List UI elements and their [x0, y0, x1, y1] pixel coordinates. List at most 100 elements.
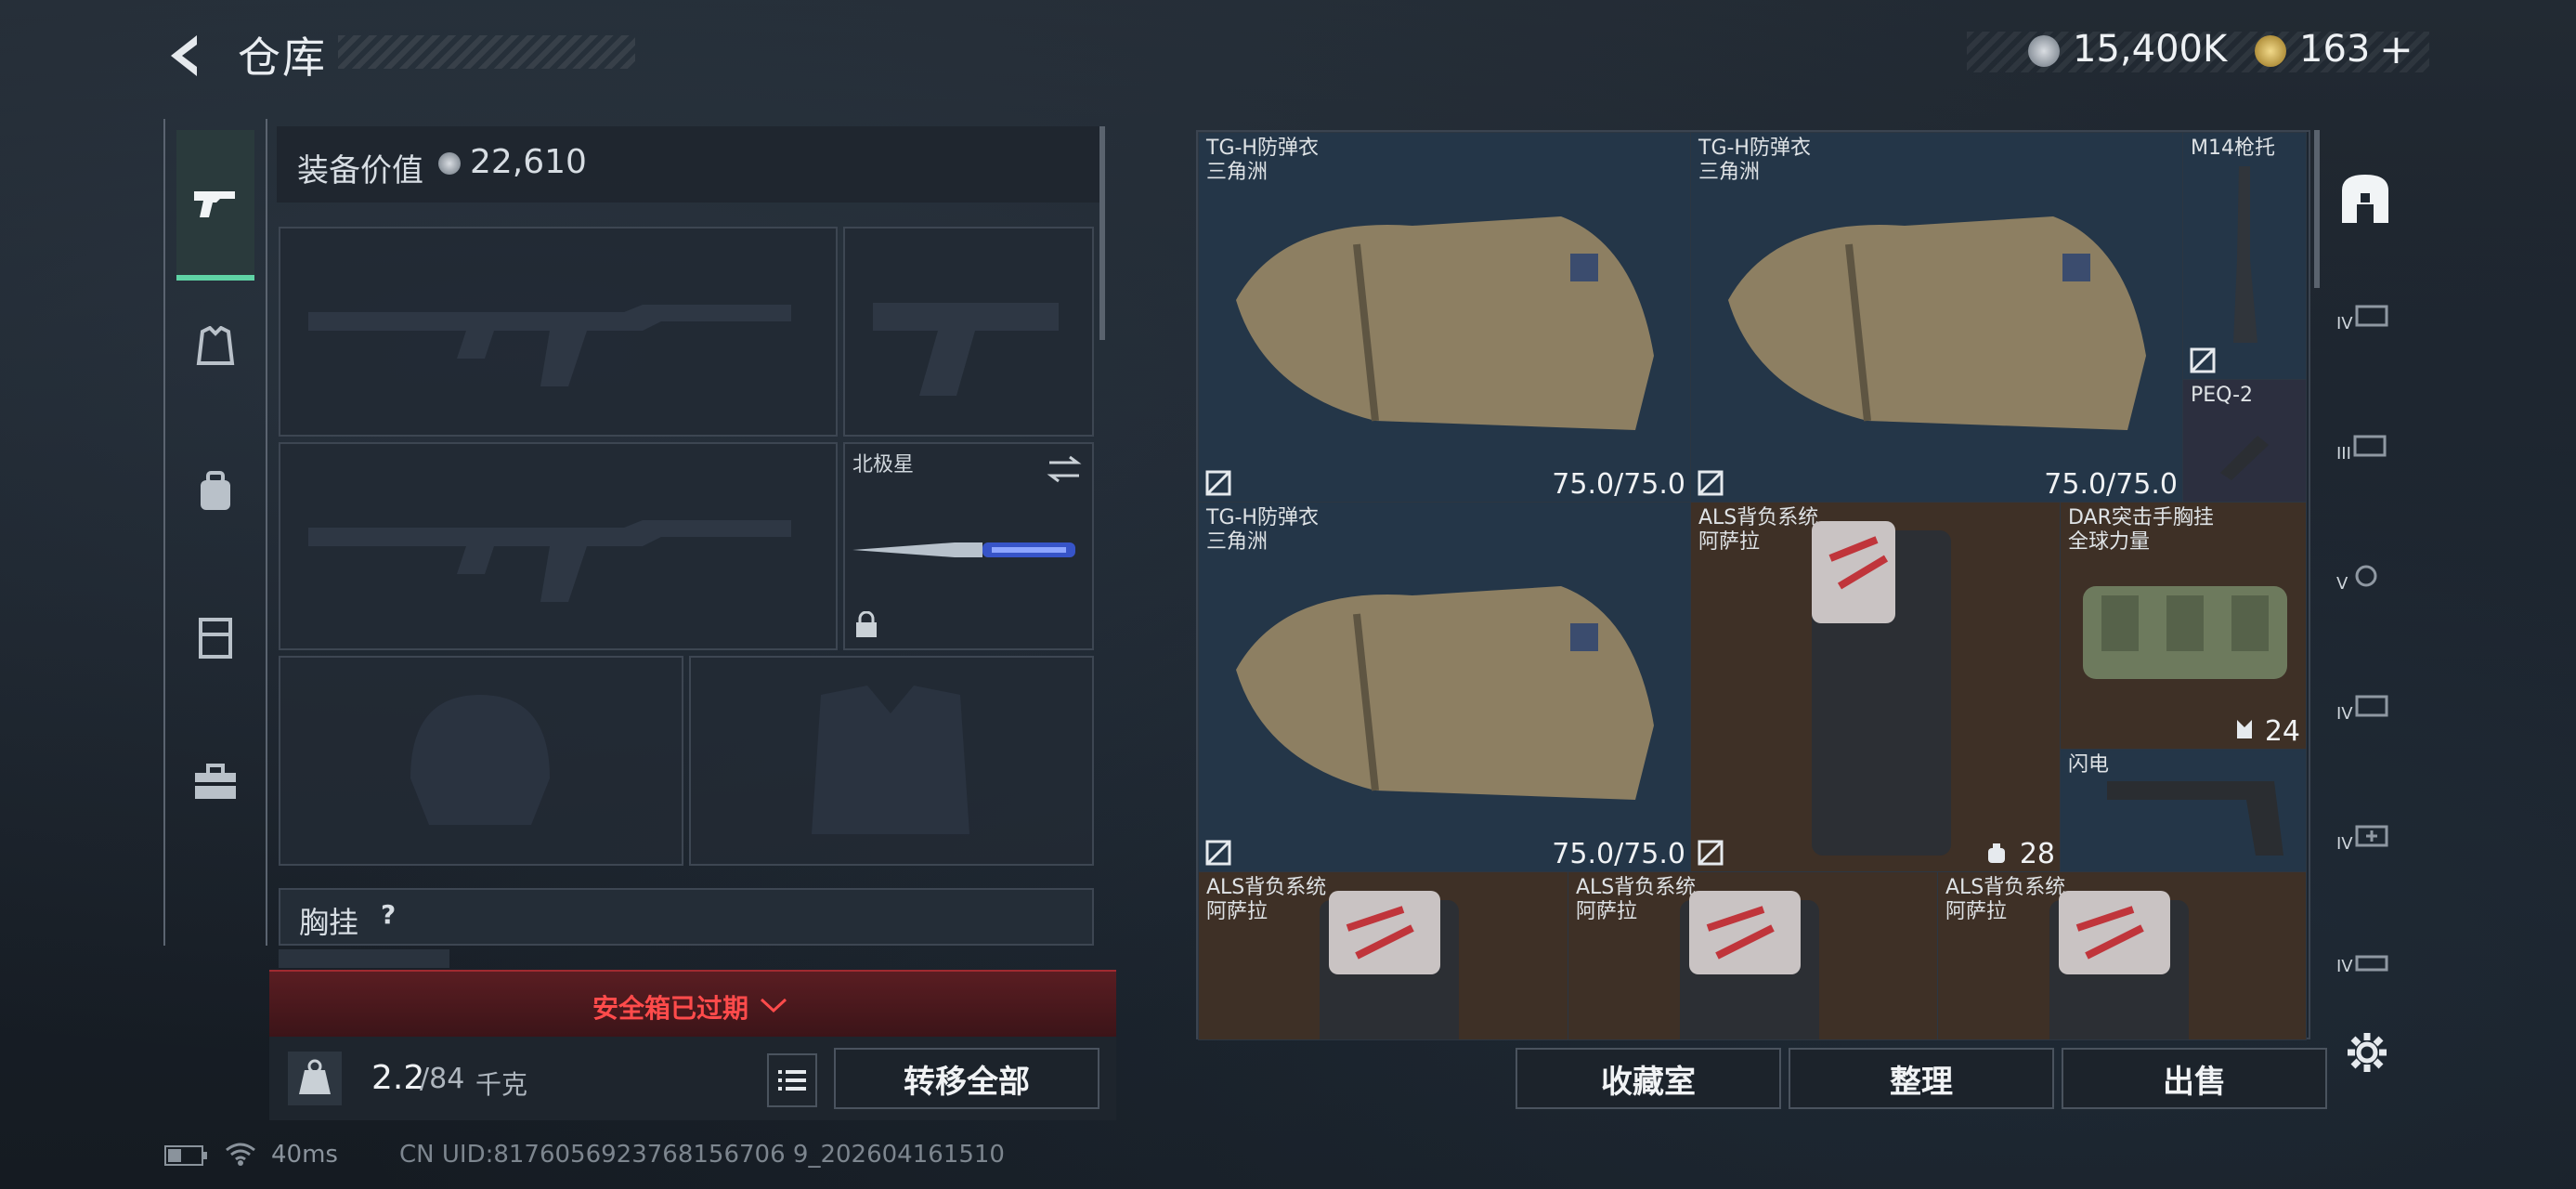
- grid-item-als-backpack-4[interactable]: ALS背负系统 阿萨拉: [1937, 871, 2307, 1040]
- equipment-value-label: 装备价值: [297, 152, 423, 189]
- durability: 75.0/75.0: [1552, 838, 1685, 870]
- body-armor-image: [1728, 216, 2146, 430]
- loadout-scrollbar[interactable]: [1099, 126, 1105, 340]
- capacity: 24: [2264, 715, 2300, 748]
- rail-tab-6[interactable]: IV: [2336, 953, 2398, 990]
- no-trade-icon: [1205, 470, 1231, 496]
- helmet-slot[interactable]: [279, 656, 683, 866]
- weight-unit: 千克: [475, 1069, 528, 1100]
- grid-item-vest-1[interactable]: TG-H防弹衣 三角洲 75.0/75.0: [1198, 132, 1692, 503]
- chest-rig-icon: [199, 618, 232, 659]
- help-icon[interactable]: ?: [381, 899, 396, 930]
- item-name: 闪电: [2068, 753, 2110, 777]
- medkit-icon: [2355, 825, 2388, 847]
- rig-slot-partial: [279, 949, 449, 968]
- equipment-value: 22,610: [470, 143, 587, 181]
- pistol-slot[interactable]: [843, 227, 1094, 437]
- body-armor-image: [1236, 216, 1654, 430]
- slots-icon: [2237, 720, 2252, 738]
- grid-item-m14-stock[interactable]: M14枪托: [2182, 132, 2307, 381]
- grid-item-vest-3[interactable]: TG-H防弹衣 三角洲 75.0/75.0: [1198, 502, 1692, 873]
- value-coin-icon: [438, 152, 461, 175]
- folder-icon: [2353, 435, 2387, 457]
- backpack-image: [1812, 521, 1951, 856]
- uid-text: CN UID:8176056923768156706 9_20260416151…: [399, 1141, 1005, 1169]
- weight-bar: 2.2 /84 千克 转移全部: [269, 1037, 1116, 1120]
- chest-rig-image: [2083, 586, 2287, 679]
- folder-icon: [2355, 695, 2388, 717]
- list-icon: [778, 1070, 806, 1091]
- weight-max: /84: [420, 1063, 465, 1095]
- grid-item-flash-stock[interactable]: 闪电: [2060, 749, 2307, 873]
- grid-scrollbar[interactable]: [2314, 130, 2320, 288]
- no-trade-icon: [1698, 840, 1724, 866]
- title-decor: [338, 35, 635, 69]
- rail-tab-2[interactable]: III: [2336, 433, 2398, 485]
- swap-icon[interactable]: [1046, 453, 1083, 485]
- currency-silver: 15,400K: [2073, 28, 2228, 71]
- rail-tab-3[interactable]: V: [2336, 563, 2398, 615]
- rail-tab-1[interactable]: IV: [2336, 303, 2398, 355]
- item-name: TG-H防弹衣 三角洲: [1698, 137, 1811, 184]
- rifle-silhouette-icon: [308, 305, 791, 386]
- stock-image: [2107, 781, 2283, 856]
- settings-gear-icon[interactable]: [2344, 1029, 2390, 1076]
- item-name: ALS背负系统 阿萨拉: [1206, 876, 1327, 923]
- item-name: TG-H防弹衣 三角洲: [1206, 506, 1319, 554]
- rail-tab-5[interactable]: IV: [2336, 823, 2398, 875]
- armor-tier-icon: [2355, 305, 2388, 327]
- stash-rail: IV III V IV IV IV: [2322, 130, 2409, 1036]
- item-name: ALS背负系统 阿萨拉: [1698, 506, 1819, 554]
- toolbox-icon: [195, 764, 236, 799]
- pistol-icon: [194, 191, 235, 217]
- secondary-weapon-slot[interactable]: [279, 442, 838, 650]
- organize-button[interactable]: 整理: [1789, 1048, 2054, 1109]
- back-arrow-icon[interactable]: [165, 32, 206, 80]
- list-view-button[interactable]: [767, 1053, 817, 1107]
- sell-button[interactable]: 出售: [2062, 1048, 2327, 1109]
- stash-grid: TG-H防弹衣 三角洲 75.0/75.0 TG-H防弹衣 三角洲 75.0/75.…: [1196, 130, 2310, 1040]
- backpack-image: [2049, 891, 2189, 1039]
- transfer-all-button[interactable]: 转移全部: [834, 1048, 1099, 1109]
- melee-slot[interactable]: 北极星: [843, 442, 1094, 650]
- capacity: 28: [2019, 838, 2055, 870]
- armor-slot[interactable]: [689, 656, 1094, 866]
- backpack-image: [1320, 891, 1459, 1039]
- chest-rig-label: 胸挂: [299, 905, 359, 940]
- rail-tab-4[interactable]: IV: [2336, 693, 2398, 745]
- collection-button[interactable]: 收藏室: [1516, 1048, 1781, 1109]
- gold-coin-icon: [2255, 35, 2286, 67]
- primary-weapon-slot[interactable]: [279, 227, 838, 437]
- stash-main-icon[interactable]: [2333, 167, 2398, 232]
- tab-rig[interactable]: [176, 565, 254, 710]
- page-title: 仓库: [238, 33, 327, 83]
- lock-icon: [856, 611, 877, 637]
- grid-item-peq2[interactable]: PEQ-2: [2182, 379, 2307, 503]
- grid-item-als-backpack-2[interactable]: ALS背负系统 阿萨拉: [1198, 871, 1569, 1040]
- durability: 75.0/75.0: [2044, 468, 2178, 501]
- grid-item-als-backpack-3[interactable]: ALS背负系统 阿萨拉: [1568, 871, 1939, 1040]
- weight-icon: [288, 1052, 342, 1105]
- grid-item-vest-2[interactable]: TG-H防弹衣 三角洲 75.0/75.0: [1690, 132, 2184, 503]
- grid-item-als-backpack-large[interactable]: ALS背负系统 阿萨拉 28: [1690, 502, 2062, 873]
- add-currency-button[interactable]: +: [2379, 26, 2413, 73]
- ping-text: 40ms: [271, 1141, 338, 1169]
- helmet-silhouette-icon: [410, 695, 550, 825]
- armor-vest-icon: [196, 326, 235, 365]
- wifi-icon: [226, 1143, 255, 1166]
- tab-weapons[interactable]: [176, 130, 254, 281]
- tab-backpack[interactable]: [176, 420, 254, 565]
- chest-rig-header[interactable]: 胸挂 ?: [279, 888, 1094, 946]
- melee-name: 北极星: [852, 453, 915, 477]
- backpack-icon: [201, 471, 230, 510]
- backpack-image: [1680, 891, 1819, 1039]
- tab-case[interactable]: [176, 710, 254, 855]
- silver-coin-icon: [2028, 35, 2060, 67]
- rifle-silhouette-icon: [308, 520, 791, 602]
- no-trade-icon: [1205, 840, 1231, 866]
- tab-armor[interactable]: [176, 275, 254, 420]
- safe-box-alert[interactable]: 安全箱已过期: [269, 970, 1116, 1039]
- stock-image: [2233, 166, 2257, 343]
- grid-item-dar-rig[interactable]: DAR突击手胸挂 全球力量 24: [2060, 502, 2307, 751]
- item-name: M14枪托: [2191, 137, 2275, 160]
